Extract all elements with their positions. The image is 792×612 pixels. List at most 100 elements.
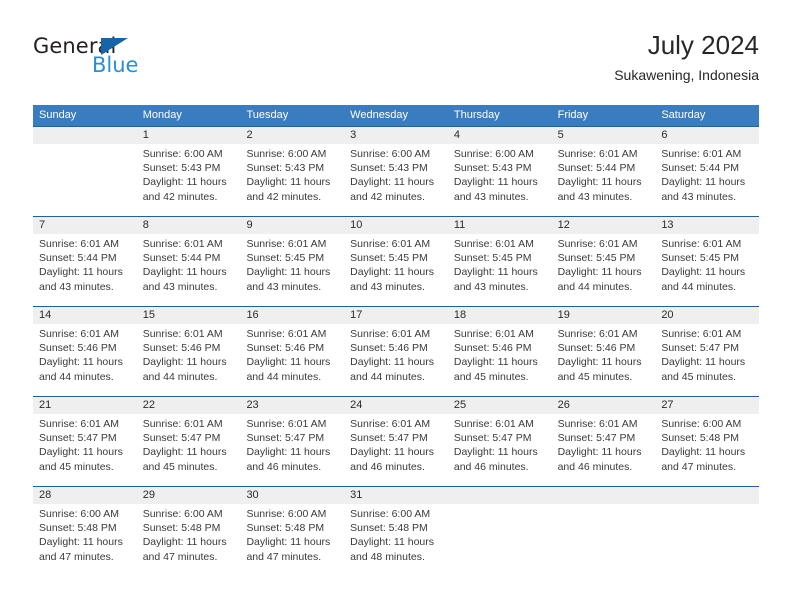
day-number: 31: [344, 487, 448, 504]
day-detail-line: and 44 minutes.: [142, 370, 218, 383]
day-cell[interactable]: 5 Sunrise: 6:01 AM Sunset: 5:44 PM Daylight…: [551, 127, 656, 216]
day-detail-line: Sunset: 5:43 PM: [246, 162, 325, 175]
day-number: 11: [447, 217, 552, 234]
day-cell[interactable]: 10 Sunrise: 6:01 AM Sunset: 5:45 PM Dayligh…: [344, 217, 448, 306]
day-cell[interactable]: 24 Sunrise: 6:01 AM Sunset: 5:47 PM Dayligh…: [344, 397, 448, 486]
day-detail-line: Daylight: 11 hours: [350, 356, 435, 369]
day-detail-line: Sunrise: 6:01 AM: [661, 328, 742, 340]
day-detail-line: Daylight: 11 hours: [142, 176, 227, 189]
day-number: 9: [240, 217, 345, 234]
day-detail-line: and 42 minutes.: [246, 190, 322, 203]
day-number: 24: [344, 397, 448, 414]
day-cell[interactable]: 31 Sunrise: 6:00 AM Sunset: 5:48 PM Dayligh…: [344, 487, 448, 576]
page-title: July 2024: [647, 30, 759, 60]
calendar-week-row: 1 Sunrise: 6:00 AM Sunset: 5:43 PM Daylight…: [33, 126, 760, 216]
day-detail-line: Sunrise: 6:00 AM: [142, 148, 223, 160]
day-details: Sunrise: 6:01 AM Sunset: 5:46 PM Daylight:…: [33, 324, 137, 384]
day-cell[interactable]: 9 Sunrise: 6:01 AM Sunset: 5:45 PM Daylight…: [240, 217, 345, 306]
day-cell[interactable]: 3 Sunrise: 6:00 AM Sunset: 5:43 PM Daylight…: [344, 127, 448, 216]
day-detail-line: Sunrise: 6:01 AM: [39, 238, 119, 250]
day-cell[interactable]: 17 Sunrise: 6:01 AM Sunset: 5:46 PM Dayligh…: [344, 307, 448, 396]
day-cell[interactable]: 2 Sunrise: 6:00 AM Sunset: 5:43 PM Daylight…: [240, 127, 345, 216]
day-number: 15: [136, 307, 241, 324]
day-cell[interactable]: 12 Sunrise: 6:01 AM Sunset: 5:45 PM Dayligh…: [551, 217, 656, 306]
weekday-header-monday: Monday: [142, 109, 182, 121]
day-detail-line: Daylight: 11 hours: [557, 446, 642, 459]
day-number: 8: [136, 217, 241, 234]
day-details: Sunrise: 6:00 AM Sunset: 5:48 PM Daylight:…: [655, 414, 759, 474]
day-cell[interactable]: 27 Sunrise: 6:00 AM Sunset: 5:48 PM Dayligh…: [655, 397, 760, 486]
page-header: General Blue July 2024 Sukawening, Indon…: [33, 28, 759, 98]
day-cell[interactable]: 21 Sunrise: 6:01 AM Sunset: 5:47 PM Dayligh…: [33, 397, 137, 486]
day-cell[interactable]: 14 Sunrise: 6:01 AM Sunset: 5:46 PM Dayligh…: [33, 307, 137, 396]
week-days: 1 Sunrise: 6:00 AM Sunset: 5:43 PM Daylight…: [33, 127, 760, 216]
day-detail-line: Daylight: 11 hours: [39, 536, 123, 549]
day-number: 17: [344, 307, 448, 324]
day-number: 26: [551, 397, 656, 414]
day-detail-line: Daylight: 11 hours: [557, 356, 642, 369]
day-detail-line: Sunrise: 6:01 AM: [661, 238, 742, 250]
day-detail-line: Sunrise: 6:00 AM: [350, 148, 431, 160]
day-number: [551, 487, 656, 504]
day-number: 2: [240, 127, 345, 144]
day-cell[interactable]: 11 Sunrise: 6:01 AM Sunset: 5:45 PM Dayligh…: [447, 217, 552, 306]
day-detail-line: Sunset: 5:45 PM: [557, 252, 636, 265]
week-days: 28 Sunrise: 6:00 AM Sunset: 5:48 PM Dayligh…: [33, 487, 760, 576]
day-detail-line: Daylight: 11 hours: [246, 446, 331, 459]
day-cell[interactable]: 15 Sunrise: 6:01 AM Sunset: 5:46 PM Dayligh…: [136, 307, 241, 396]
day-detail-line: Sunrise: 6:00 AM: [246, 508, 327, 520]
day-cell[interactable]: 4 Sunrise: 6:00 AM Sunset: 5:43 PM Daylight…: [447, 127, 552, 216]
day-detail-line: Daylight: 11 hours: [142, 446, 227, 459]
day-cell[interactable]: 30 Sunrise: 6:00 AM Sunset: 5:48 PM Dayligh…: [240, 487, 345, 576]
day-cell[interactable]: 19 Sunrise: 6:01 AM Sunset: 5:46 PM Dayligh…: [551, 307, 656, 396]
day-cell[interactable]: 7 Sunrise: 6:01 AM Sunset: 5:44 PM Daylight…: [33, 217, 137, 306]
day-cell[interactable]: 6 Sunrise: 6:01 AM Sunset: 5:44 PM Daylight…: [655, 127, 760, 216]
day-detail-line: and 45 minutes.: [39, 460, 114, 473]
day-detail-line: and 44 minutes.: [39, 370, 114, 383]
day-cell[interactable]: 18 Sunrise: 6:01 AM Sunset: 5:46 PM Dayligh…: [447, 307, 552, 396]
day-cell[interactable]: 25 Sunrise: 6:01 AM Sunset: 5:47 PM Dayligh…: [447, 397, 552, 486]
day-number: 3: [344, 127, 448, 144]
calendar-page: General Blue July 2024 Sukawening, Indon…: [0, 0, 792, 612]
day-cell[interactable]: 29 Sunrise: 6:00 AM Sunset: 5:48 PM Dayligh…: [136, 487, 241, 576]
day-detail-line: and 44 minutes.: [661, 280, 737, 293]
day-detail-line: Sunset: 5:44 PM: [142, 252, 221, 265]
day-detail-line: and 46 minutes.: [350, 460, 425, 473]
day-details: Sunrise: 6:01 AM Sunset: 5:46 PM Daylight:…: [448, 324, 552, 384]
day-detail-line: Daylight: 11 hours: [557, 266, 642, 279]
day-cell[interactable]: 28 Sunrise: 6:00 AM Sunset: 5:48 PM Dayligh…: [33, 487, 137, 576]
day-cell[interactable]: 16 Sunrise: 6:01 AM Sunset: 5:46 PM Dayligh…: [240, 307, 345, 396]
day-details: Sunrise: 6:01 AM Sunset: 5:47 PM Daylight:…: [552, 414, 656, 474]
day-number: [447, 487, 552, 504]
day-detail-line: Daylight: 11 hours: [350, 536, 435, 549]
day-details: Sunrise: 6:01 AM Sunset: 5:47 PM Daylight:…: [448, 414, 552, 474]
day-detail-line: Daylight: 11 hours: [661, 266, 746, 279]
day-cell[interactable]: 26 Sunrise: 6:01 AM Sunset: 5:47 PM Dayligh…: [551, 397, 656, 486]
day-detail-line: and 45 minutes.: [453, 370, 529, 383]
day-cell[interactable]: 13 Sunrise: 6:01 AM Sunset: 5:45 PM Dayligh…: [655, 217, 760, 306]
day-detail-line: Sunset: 5:44 PM: [39, 252, 117, 265]
day-detail-line: Sunset: 5:47 PM: [661, 342, 739, 355]
day-details: Sunrise: 6:01 AM Sunset: 5:46 PM Daylight:…: [137, 324, 241, 384]
day-number: 6: [655, 127, 760, 144]
day-detail-line: Daylight: 11 hours: [246, 266, 331, 279]
day-detail-line: Sunset: 5:46 PM: [246, 342, 325, 355]
day-number: 21: [33, 397, 137, 414]
day-cell[interactable]: 23 Sunrise: 6:01 AM Sunset: 5:47 PM Dayligh…: [240, 397, 345, 486]
day-detail-line: and 47 minutes.: [246, 550, 322, 563]
day-detail-line: and 46 minutes.: [453, 460, 529, 473]
day-detail-line: and 45 minutes.: [557, 370, 633, 383]
day-number: 23: [240, 397, 345, 414]
day-detail-line: Sunrise: 6:01 AM: [142, 418, 223, 430]
day-number: 20: [655, 307, 760, 324]
day-cell[interactable]: 8 Sunrise: 6:01 AM Sunset: 5:44 PM Daylight…: [136, 217, 241, 306]
day-cell[interactable]: 20 Sunrise: 6:01 AM Sunset: 5:47 PM Dayligh…: [655, 307, 760, 396]
day-cell[interactable]: 22 Sunrise: 6:01 AM Sunset: 5:47 PM Dayligh…: [136, 397, 241, 486]
day-cell[interactable]: 1 Sunrise: 6:00 AM Sunset: 5:43 PM Daylight…: [136, 127, 241, 216]
day-detail-line: and 44 minutes.: [557, 280, 633, 293]
day-detail-line: Sunrise: 6:00 AM: [350, 508, 431, 520]
day-cell-empty: [33, 127, 137, 216]
day-number: 5: [551, 127, 656, 144]
general-blue-logo[interactable]: General Blue: [33, 36, 193, 90]
day-detail-line: Sunrise: 6:00 AM: [661, 418, 742, 430]
